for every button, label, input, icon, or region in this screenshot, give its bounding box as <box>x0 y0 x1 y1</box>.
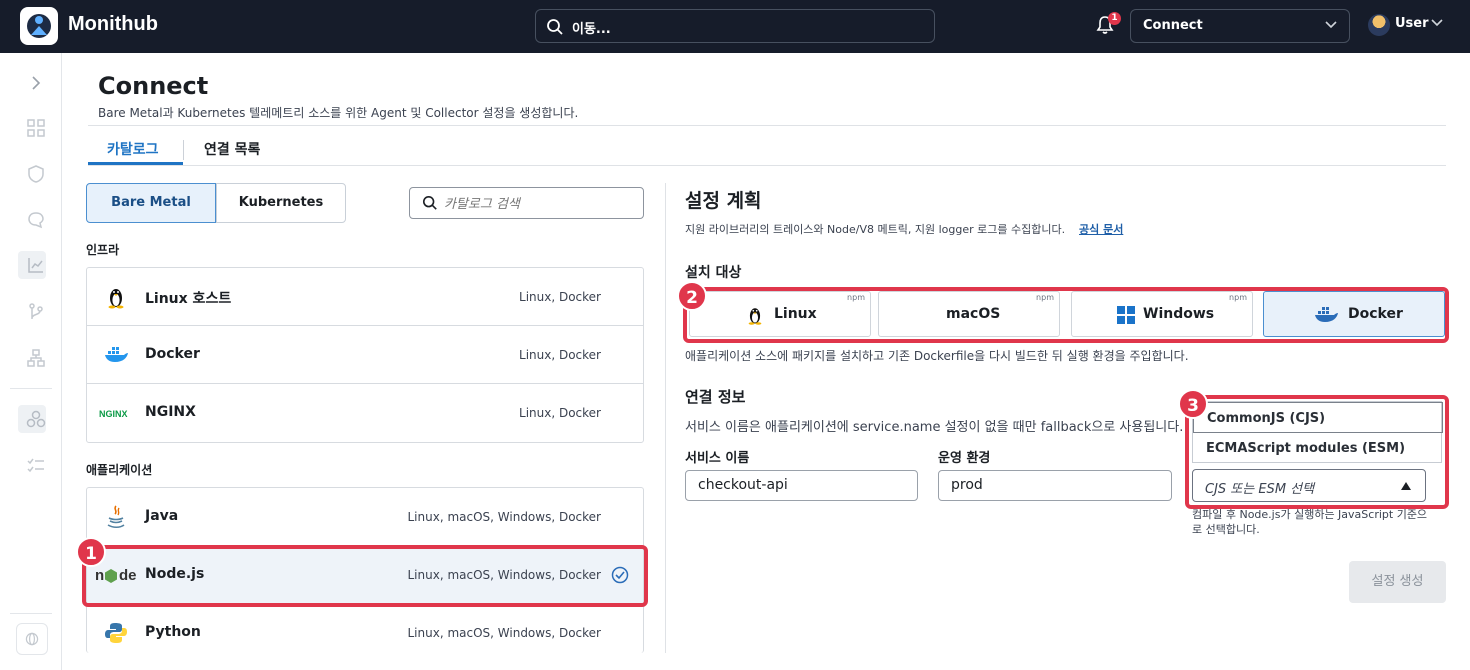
app-name[interactable]: Monithub <box>68 13 158 36</box>
list-item-name: Docker <box>145 346 200 362</box>
chevron-right-icon[interactable] <box>26 73 46 93</box>
list-item-name: NGINX <box>145 404 196 420</box>
plan-title: 설정 계획 <box>685 190 762 212</box>
column-divider <box>665 183 666 653</box>
list-item-platforms: Linux, Docker <box>519 406 601 420</box>
list-item-name: Python <box>145 624 201 640</box>
infra-list: Linux 호스트 Linux, Docker Docker Linux, Do… <box>86 267 644 443</box>
env-field[interactable]: prod <box>938 470 1172 501</box>
docker-icon <box>105 347 128 362</box>
catalog-search-input[interactable] <box>444 194 634 214</box>
list-item[interactable]: Python Linux, macOS, Windows, Docker <box>87 604 643 653</box>
tab-catalog[interactable]: 카탈로그 <box>107 139 159 159</box>
page-title: Connect <box>98 72 209 100</box>
list-item-platforms: Linux, macOS, Windows, Docker <box>407 626 601 640</box>
module-help-text: 컴파일 후 Node.js가 실행하는 JavaScript 기준으로 선택합니… <box>1192 508 1428 536</box>
connection-info-title: 연결 정보 <box>685 388 746 406</box>
install-target-label: 설치 대상 <box>685 265 742 281</box>
env-label: 운영 환경 <box>938 451 991 466</box>
callout-highlight-3 <box>1185 395 1449 509</box>
section-label-apps: 애플리케이션 <box>86 463 153 477</box>
top-navigation-bar: Monithub 이동... 1 Connect User <box>0 0 1470 53</box>
service-name-field[interactable]: checkout-api <box>685 470 918 501</box>
list-item-platforms: Linux, Docker <box>519 290 601 304</box>
generate-config-button[interactable]: 설정 생성 <box>1349 561 1446 603</box>
task-list-icon[interactable] <box>26 456 46 476</box>
list-item[interactable]: Docker Linux, Docker <box>87 326 643 384</box>
left-sidebar <box>0 53 62 670</box>
monithub-logo-icon[interactable] <box>20 7 58 45</box>
svg-text:NGINX: NGINX <box>99 409 128 419</box>
segment-kubernetes[interactable]: Kubernetes <box>216 183 346 223</box>
platform-note: 애플리케이션 소스에 패키지를 설치하고 기존 Dockerfile을 다시 빌… <box>685 349 1189 363</box>
branch-icon[interactable] <box>26 302 46 322</box>
chat-icon[interactable] <box>26 210 46 230</box>
python-icon <box>105 623 127 643</box>
callout-badge-2: 2 <box>677 281 707 311</box>
notification-count-badge: 1 <box>1108 12 1121 25</box>
list-item-name: Linux 호스트 <box>145 291 232 307</box>
global-search-input[interactable]: 이동... <box>535 9 935 43</box>
page-subtitle: Bare Metal과 Kubernetes 텔레메트리 소스를 위한 Agen… <box>98 106 579 120</box>
list-item[interactable]: Linux 호스트 Linux, Docker <box>87 268 643 326</box>
section-label-infra: 인프라 <box>86 243 120 257</box>
list-item[interactable]: NGINX NGINX Linux, Docker <box>87 384 643 442</box>
global-search-text: 이동... <box>572 22 611 37</box>
tab-connection-list[interactable]: 연결 목록 <box>204 139 260 159</box>
service-name-label: 서비스 이름 <box>685 451 750 466</box>
list-item-platforms: Linux, macOS, Windows, Docker <box>407 510 601 524</box>
callout-highlight-1 <box>82 545 648 607</box>
globe-icon <box>25 632 39 646</box>
shield-icon[interactable] <box>26 164 46 184</box>
list-item-name: Java <box>145 508 179 524</box>
search-icon <box>422 195 437 210</box>
tab-divider <box>183 140 184 160</box>
metrics-chart-icon[interactable] <box>26 255 46 275</box>
chevron-down-icon[interactable] <box>1431 19 1443 27</box>
user-name[interactable]: User <box>1395 16 1429 31</box>
official-docs-link[interactable]: 공식 문서 <box>1079 221 1123 237</box>
divider <box>88 165 1446 166</box>
search-icon <box>547 19 563 35</box>
plan-subtitle: 지원 라이브러리의 트레이스와 Node/V8 메트릭, 지원 logger 로… <box>685 223 1066 236</box>
callout-badge-3: 3 <box>1178 389 1208 419</box>
divider <box>88 125 1446 126</box>
list-item[interactable]: Java Linux, macOS, Windows, Docker <box>87 488 643 546</box>
callout-highlight-2 <box>683 287 1449 343</box>
connect-select[interactable]: Connect <box>1130 9 1350 43</box>
catalog-search[interactable] <box>409 187 644 219</box>
hierarchy-icon[interactable] <box>26 348 46 368</box>
service-name-note: 서비스 이름은 애플리케이션에 service.name 설정이 없을 때만 f… <box>685 420 1184 435</box>
segment-bare-metal[interactable]: Bare Metal <box>86 183 216 223</box>
list-item-platforms: Linux, Docker <box>519 348 601 362</box>
nginx-icon: NGINX <box>99 409 128 419</box>
callout-badge-1: 1 <box>76 537 106 567</box>
connect-select-value: Connect <box>1143 18 1203 33</box>
java-icon <box>107 505 125 529</box>
chevron-down-icon <box>1325 21 1337 29</box>
integrations-icon[interactable] <box>26 409 46 429</box>
tux-icon <box>108 289 124 309</box>
avatar[interactable] <box>1368 14 1390 36</box>
dashboard-grid-icon[interactable] <box>26 118 46 138</box>
